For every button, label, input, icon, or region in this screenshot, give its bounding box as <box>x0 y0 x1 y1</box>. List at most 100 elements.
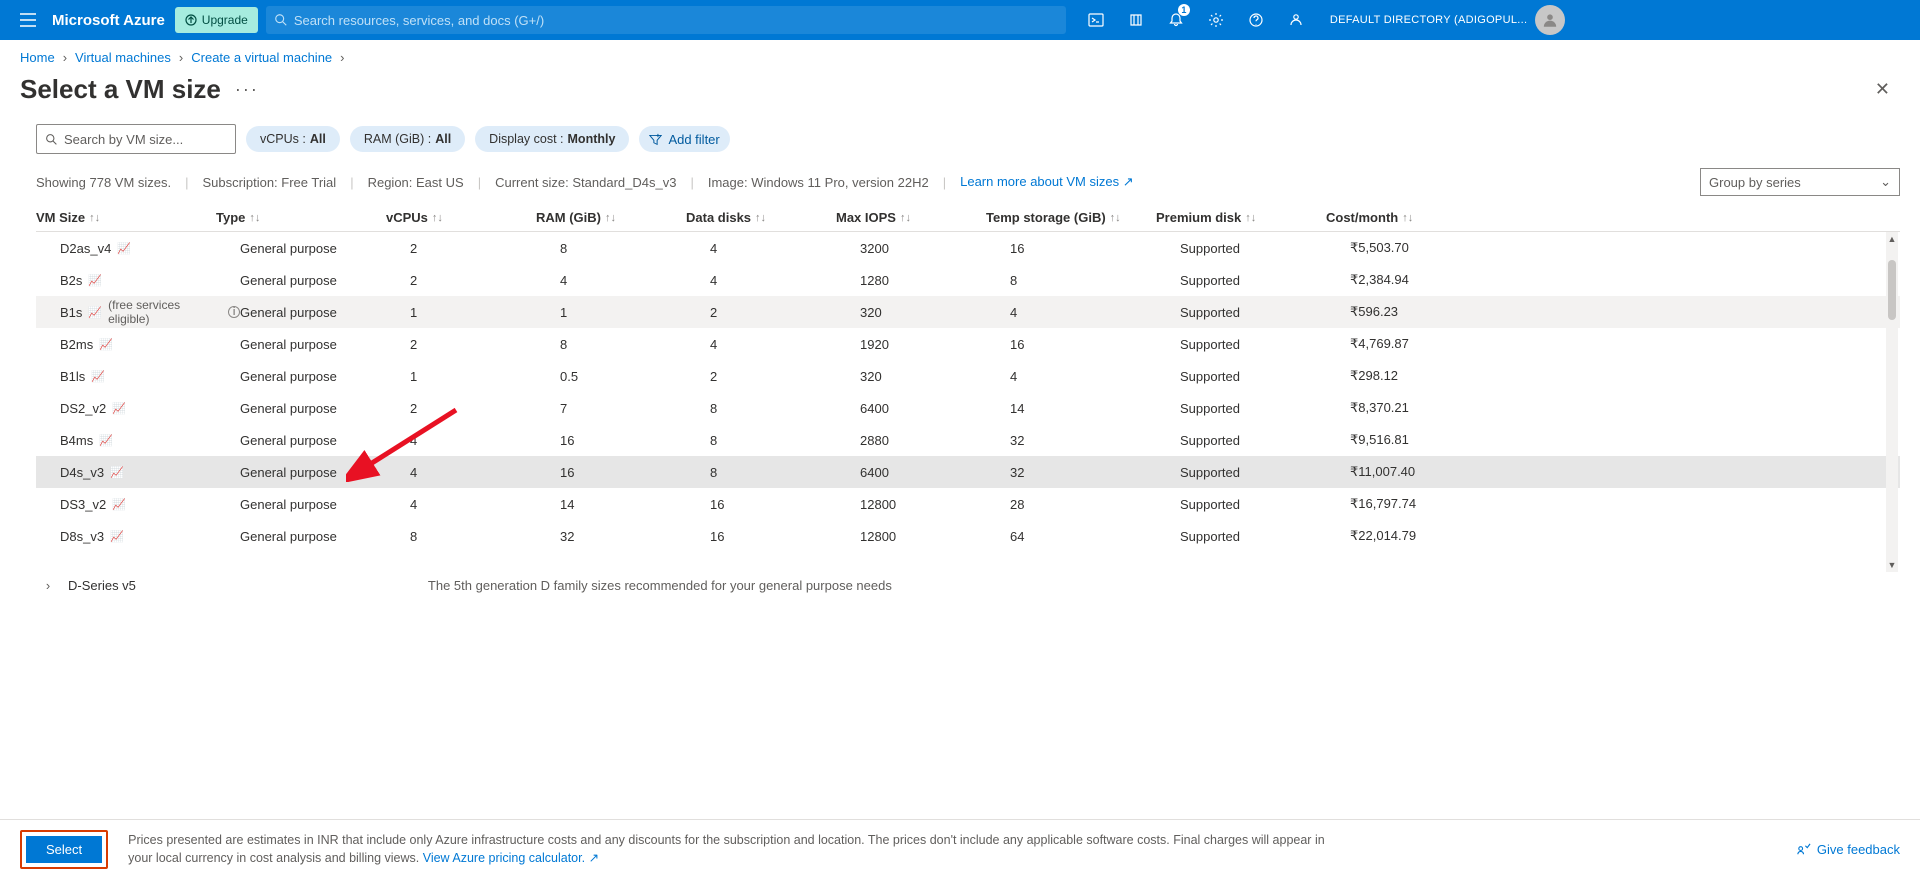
global-search[interactable]: Search resources, services, and docs (G+… <box>266 6 1066 34</box>
cell-disks: 4 <box>710 337 860 352</box>
cell-type: General purpose <box>240 337 410 352</box>
status-subscription: Subscription: Free Trial <box>203 175 337 190</box>
col-iops[interactable]: Max IOPS↑↓ <box>836 210 986 225</box>
scroll-up-arrow[interactable]: ▲ <box>1886 232 1898 246</box>
pricing-calculator-link[interactable]: View Azure pricing calculator. ↗ <box>423 851 599 865</box>
cell-ram: 8 <box>560 241 710 256</box>
col-ram[interactable]: RAM (GiB)↑↓ <box>536 210 686 225</box>
table-row[interactable]: DS2_v2 📈General purpose278640014Supporte… <box>36 392 1900 424</box>
col-vmsize[interactable]: VM Size↑↓ <box>36 210 216 225</box>
give-feedback-label: Give feedback <box>1817 842 1900 857</box>
cell-temp: 32 <box>1010 465 1180 480</box>
filter-cost[interactable]: Display cost : Monthly <box>475 126 629 152</box>
feedback-icon[interactable] <box>1278 0 1314 40</box>
vm-name-cell: D2as_v4 📈 <box>60 241 240 256</box>
chevron-right-icon: › <box>63 50 67 65</box>
cell-iops: 3200 <box>860 241 1010 256</box>
table-header: VM Size↑↓ Type↑↓ vCPUs↑↓ RAM (GiB)↑↓ Dat… <box>36 204 1900 232</box>
settings-icon[interactable] <box>1198 0 1234 40</box>
cell-temp: 8 <box>1010 273 1180 288</box>
cell-vcpus: 2 <box>410 337 560 352</box>
filter-ram[interactable]: RAM (GiB) : All <box>350 126 465 152</box>
copilot-icon[interactable] <box>1118 0 1154 40</box>
table-row[interactable]: B2s 📈General purpose24412808Supported₹2,… <box>36 264 1900 296</box>
cell-ram: 8 <box>560 337 710 352</box>
filter-vcpus-label: vCPUs : <box>260 132 306 146</box>
vm-size-table: VM Size↑↓ Type↑↓ vCPUs↑↓ RAM (GiB)↑↓ Dat… <box>36 204 1900 819</box>
learn-more-link[interactable]: Learn more about VM sizes ↗ <box>960 174 1134 190</box>
close-button[interactable]: ✕ <box>1865 73 1900 106</box>
cell-iops: 12800 <box>860 497 1010 512</box>
vertical-scrollbar[interactable]: ▲ ▼ <box>1886 232 1898 572</box>
cell-temp: 4 <box>1010 305 1180 320</box>
help-icon[interactable] <box>1238 0 1274 40</box>
table-row[interactable]: B1ls 📈General purpose10.523204Supported₹… <box>36 360 1900 392</box>
sort-icon: ↑↓ <box>1110 212 1121 224</box>
chevron-right-icon[interactable]: › <box>40 578 56 593</box>
trend-icon: 📈 <box>99 434 113 447</box>
breadcrumb-home[interactable]: Home <box>20 50 55 65</box>
scroll-thumb[interactable] <box>1888 260 1896 320</box>
vm-name-cell: B1ls 📈 <box>60 369 240 384</box>
more-actions-button[interactable]: ··· <box>235 79 259 100</box>
global-search-placeholder: Search resources, services, and docs (G+… <box>294 13 544 28</box>
cell-vcpus: 1 <box>410 369 560 384</box>
table-row[interactable]: B1s 📈 (free services eligible) iGeneral … <box>36 296 1900 328</box>
table-row[interactable]: DS3_v2 📈General purpose414161280028Suppo… <box>36 488 1900 520</box>
upgrade-arrow-icon <box>185 14 197 26</box>
breadcrumb-create[interactable]: Create a virtual machine <box>191 50 332 65</box>
table-row[interactable]: D4s_v3 📈General purpose4168640032Support… <box>36 456 1900 488</box>
breadcrumb-vm[interactable]: Virtual machines <box>75 50 171 65</box>
sort-icon: ↑↓ <box>432 212 443 224</box>
upgrade-button[interactable]: Upgrade <box>175 7 258 33</box>
cell-prem: Supported <box>1180 433 1350 448</box>
filter-cost-label: Display cost : <box>489 132 563 146</box>
table-body: D2as_v4 📈General purpose284320016Support… <box>36 232 1900 572</box>
cell-cost: ₹2,384.94 <box>1350 272 1900 288</box>
scroll-down-arrow[interactable]: ▼ <box>1886 558 1898 572</box>
user-avatar[interactable] <box>1535 5 1565 35</box>
cell-cost: ₹596.23 <box>1350 304 1900 320</box>
col-datadisks[interactable]: Data disks↑↓ <box>686 210 836 225</box>
table-row[interactable]: D8s_v3 📈General purpose832161280064Suppo… <box>36 520 1900 552</box>
cell-vcpus: 2 <box>410 273 560 288</box>
col-premium[interactable]: Premium disk↑↓ <box>1156 210 1326 225</box>
add-filter-button[interactable]: Add filter <box>639 126 729 152</box>
cell-disks: 4 <box>710 241 860 256</box>
table-row[interactable]: B2ms 📈General purpose284192016Supported₹… <box>36 328 1900 360</box>
info-icon[interactable]: i <box>228 306 240 318</box>
filter-ram-value: All <box>435 132 451 146</box>
cell-prem: Supported <box>1180 273 1350 288</box>
cell-type: General purpose <box>240 465 410 480</box>
table-row[interactable]: D2as_v4 📈General purpose284320016Support… <box>36 232 1900 264</box>
cell-type: General purpose <box>240 433 410 448</box>
cell-temp: 28 <box>1010 497 1180 512</box>
cell-cost: ₹9,516.81 <box>1350 432 1900 448</box>
menu-button[interactable] <box>8 0 48 40</box>
group-by-dropdown[interactable]: Group by series ⌄ <box>1700 168 1900 196</box>
cell-disks: 16 <box>710 529 860 544</box>
select-button-highlight: Select <box>20 830 108 869</box>
group-by-label: Group by series <box>1709 175 1801 190</box>
sort-icon: ↑↓ <box>89 212 100 224</box>
col-tempstorage[interactable]: Temp storage (GiB)↑↓ <box>986 210 1156 225</box>
series-name: D-Series v5 <box>68 578 136 593</box>
cell-prem: Supported <box>1180 401 1350 416</box>
col-vcpus[interactable]: vCPUs↑↓ <box>386 210 536 225</box>
page-title: Select a VM size <box>20 74 221 105</box>
series-group-row[interactable]: › D-Series v5 The 5th generation D famil… <box>36 572 1900 599</box>
select-button[interactable]: Select <box>26 836 102 863</box>
table-row[interactable]: B4ms 📈General purpose4168288032Supported… <box>36 424 1900 456</box>
filter-vcpus[interactable]: vCPUs : All <box>246 126 340 152</box>
vm-size-search[interactable]: Search by VM size... <box>36 124 236 154</box>
cell-ram: 4 <box>560 273 710 288</box>
col-cost[interactable]: Cost/month↑↓ <box>1326 210 1886 225</box>
external-link-icon: ↗ <box>589 851 599 865</box>
cell-temp: 16 <box>1010 337 1180 352</box>
cloud-shell-icon[interactable] <box>1078 0 1114 40</box>
col-type[interactable]: Type↑↓ <box>216 210 386 225</box>
notifications-icon[interactable]: 1 <box>1158 0 1194 40</box>
trend-icon: 📈 <box>88 274 102 287</box>
give-feedback-button[interactable]: Give feedback <box>1796 842 1900 857</box>
cell-type: General purpose <box>240 529 410 544</box>
